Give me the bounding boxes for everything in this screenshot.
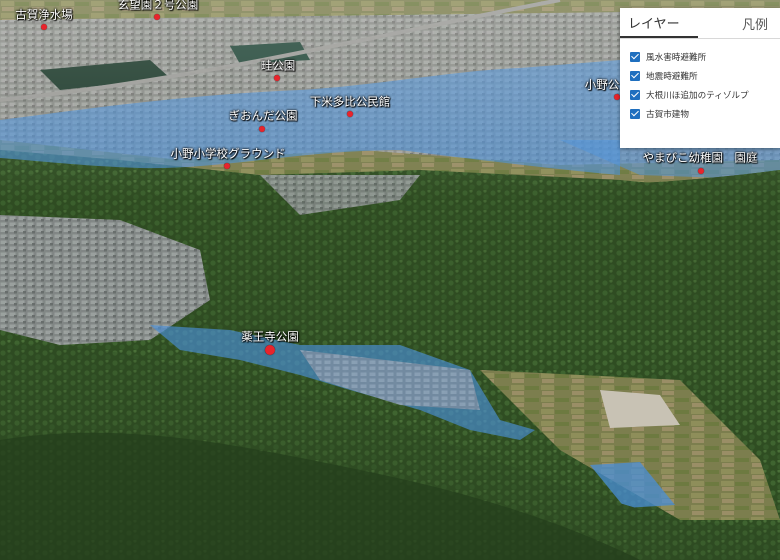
poi-marker[interactable] [698, 168, 704, 174]
checkbox-checked-icon[interactable] [630, 70, 640, 81]
poi-marker[interactable] [154, 14, 160, 20]
place-label-koga-josuijo[interactable]: 古賀浄水場 [15, 9, 73, 22]
place-label-yamabiko-yochien[interactable]: やまびこ幼稚園 園庭 [643, 152, 758, 165]
place-label-ono-koen[interactable]: 小野公 [585, 79, 620, 92]
layer-label: 地震時避難所 [646, 71, 698, 82]
poi-marker[interactable] [274, 75, 280, 81]
panel-tabs: レイヤー 凡例 [620, 8, 780, 39]
layer-item[interactable]: 風水害時避難所 [630, 47, 780, 66]
layer-label: 大根川ほ追加のティゾルプ [646, 90, 749, 101]
place-label-nishi2-koen[interactable]: 玄望園２号公園 [118, 0, 199, 11]
poi-marker[interactable] [259, 126, 265, 132]
layer-item[interactable]: 大根川ほ追加のティゾルプ [630, 85, 780, 104]
place-label-gionda-koen[interactable]: ぎおんだ公園 [229, 110, 298, 123]
checkbox-checked-icon[interactable] [630, 51, 640, 62]
layer-item[interactable]: 地震時避難所 [630, 66, 780, 85]
layer-item[interactable]: 古賀市建物 [630, 104, 780, 123]
layer-label: 古賀市建物 [646, 109, 689, 120]
checkbox-checked-icon[interactable] [630, 89, 640, 100]
poi-marker[interactable] [224, 163, 230, 169]
poi-marker[interactable] [265, 345, 275, 355]
place-label-hokura-koen[interactable]: 畦公園 [261, 60, 296, 73]
place-label-shimobeta-kominkan[interactable]: 下米多比公民館 [310, 96, 391, 109]
layer-list: 風水害時避難所 地震時避難所 大根川ほ追加のティゾルプ 古賀市建物 [620, 39, 780, 123]
poi-marker[interactable] [41, 24, 47, 30]
place-label-ono-shogakko[interactable]: 小野小学校グラウンド [171, 148, 286, 161]
layer-label: 風水害時避難所 [646, 52, 707, 63]
place-label-yakuoji-koen[interactable]: 薬王寺公園 [241, 331, 299, 344]
tab-legend[interactable]: 凡例 [698, 8, 780, 38]
tab-layers[interactable]: レイヤー [620, 8, 698, 38]
layer-panel: レイヤー 凡例 風水害時避難所 地震時避難所 大根川ほ追加のティゾルプ 古賀市建… [620, 8, 780, 148]
checkbox-checked-icon[interactable] [630, 108, 640, 119]
poi-marker[interactable] [347, 111, 353, 117]
